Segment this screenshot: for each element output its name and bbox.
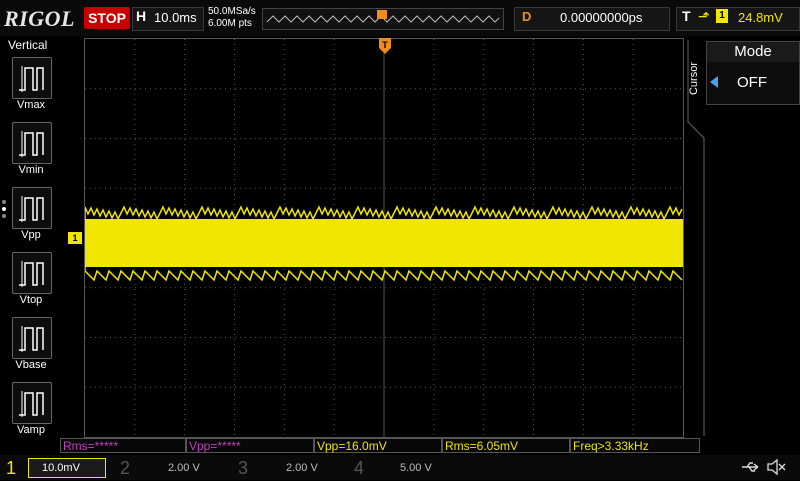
menu-title: Cursor — [688, 62, 700, 96]
measure-vamp-button[interactable] — [12, 382, 52, 424]
channel-4-button[interactable]: 4 — [354, 456, 364, 480]
mode-softkey-title: Mode — [706, 41, 800, 63]
memory-position-bar[interactable] — [262, 8, 504, 30]
svg-text:T: T — [382, 40, 388, 50]
channel-2-scale: 2.00 V — [168, 462, 200, 474]
mode-value: OFF — [737, 74, 767, 91]
brand-logo: RIGOL — [4, 6, 75, 31]
measurement-readout: Rms=***** — [60, 438, 186, 453]
waveform-overview-icon — [266, 10, 500, 23]
channel-3-button[interactable]: 3 — [238, 456, 248, 480]
measure-vamp-icon — [19, 391, 44, 417]
horizontal-label: H — [136, 8, 147, 24]
usb-icon — [740, 460, 762, 479]
rising-edge-icon: ⬏ — [698, 8, 710, 24]
measure-vbase-icon — [19, 326, 44, 352]
ch1-offset-marker[interactable]: 1 — [68, 232, 82, 244]
trigger-source: 1 — [716, 9, 728, 23]
channel-2-button[interactable]: 2 — [120, 456, 130, 480]
timebase-value: 10.0ms — [154, 10, 197, 25]
delay-label: D — [522, 9, 532, 24]
page-dot — [2, 214, 6, 218]
measurement-readout: Rms=6.05mV — [442, 438, 570, 453]
run-stop-indicator[interactable]: STOP — [84, 7, 130, 29]
measure-vmax-icon — [19, 66, 44, 92]
measure-vpp-icon — [19, 196, 44, 222]
measurement-readout: Vpp=***** — [186, 438, 314, 453]
memory-depth: 6.00M pts — [208, 18, 252, 29]
channel-1-button[interactable]: 1 — [6, 456, 16, 480]
measure-vpp-button[interactable] — [12, 187, 52, 229]
measure-label: Vpp — [21, 229, 41, 241]
measure-label: Vamp — [17, 424, 45, 436]
speaker-mute-icon[interactable] — [766, 458, 788, 481]
measure-label: Vtop — [19, 294, 43, 306]
waveform-display[interactable] — [84, 38, 684, 438]
page-indicator — [2, 200, 6, 221]
measure-vmin-icon — [19, 131, 44, 157]
measurement-readout: Vpp=16.0mV — [314, 438, 442, 453]
sample-rate: 50.0MSa/s — [208, 6, 256, 17]
trigger-marker-icon: T — [379, 38, 391, 54]
measure-vmax-button[interactable] — [12, 57, 52, 99]
delay-value: 0.00000000ps — [560, 10, 643, 25]
sidebar-title: Vertical — [8, 38, 48, 52]
measurement-readout: Freq>3.33kHz — [570, 438, 700, 453]
measure-vtop-button[interactable] — [12, 252, 52, 294]
trigger-label: T — [682, 8, 691, 24]
channel-1-scale: 10.0mV — [42, 462, 80, 474]
page-dot — [2, 200, 6, 204]
trigger-position-marker[interactable]: T — [379, 38, 391, 54]
measure-label: Vbase — [15, 359, 47, 371]
measure-label: Vmin — [18, 164, 44, 176]
measure-vbase-button[interactable] — [12, 317, 52, 359]
measure-vmin-button[interactable] — [12, 122, 52, 164]
measure-vtop-icon — [19, 261, 44, 287]
page-dot-active — [2, 207, 6, 211]
channel-3-scale: 2.00 V — [286, 462, 318, 474]
channel-4-scale: 5.00 V — [400, 462, 432, 474]
measure-label: Vmax — [16, 99, 46, 111]
trigger-level: 24.8mV — [738, 10, 783, 25]
graticule — [85, 39, 683, 437]
